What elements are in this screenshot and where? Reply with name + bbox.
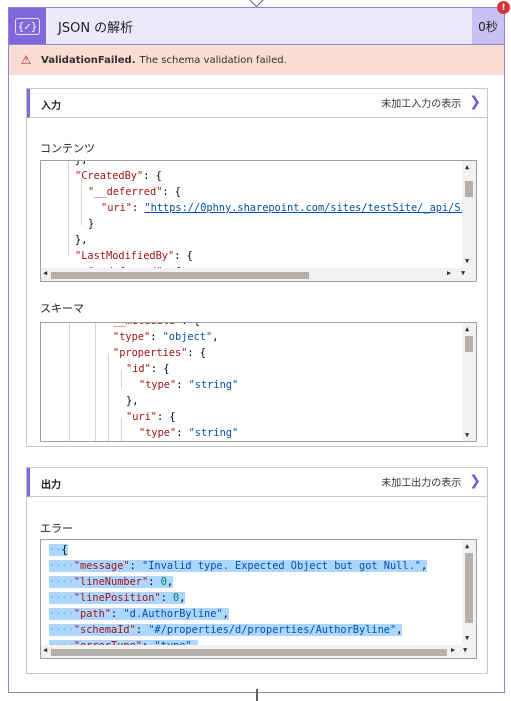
indent-guide — [108, 353, 109, 441]
vertical-scrollbar[interactable]: ▲ ▼ — [462, 161, 476, 270]
chevron-right-icon: ❯ — [469, 94, 481, 110]
horizontal-scrollbar[interactable]: ◀ ▶ ▼ — [41, 645, 476, 658]
code-line: "CreatedBy": { — [75, 170, 162, 182]
show-raw-outputs-label: 未加工出力の表示 — [381, 477, 462, 489]
outputs-header: 出力 未加工出力の表示 ❯ — [27, 468, 487, 497]
code-line: "type": "string" — [139, 379, 239, 391]
action-title: JSON の解析 — [58, 21, 134, 36]
inputs-title: 入力 — [41, 101, 61, 112]
horizontal-scrollbar[interactable]: ◀ ▶ ▼ — [41, 268, 476, 281]
action-header[interactable]: {✓} JSON の解析 0秒 ! — [9, 1, 510, 45]
scroll-left-icon[interactable]: ◀ — [43, 269, 47, 277]
parse-json-action-card: {✓} JSON の解析 0秒 ! ⚠ ValidationFailed. Th… — [8, 1, 510, 693]
scroll-down-icon[interactable]: ▼ — [465, 634, 469, 642]
code-line: ····"lineNumber": 0, — [49, 576, 174, 588]
code-line: ··{ — [49, 544, 68, 556]
show-raw-inputs-link[interactable]: 未加工入力の表示 ❯ — [381, 94, 481, 110]
error-label: エラー — [40, 522, 73, 535]
inputs-header: 入力 未加工入力の表示 ❯ — [27, 89, 487, 118]
code-line: "uri": { — [126, 411, 176, 423]
show-raw-outputs-link[interactable]: 未加工出力の表示 ❯ — [381, 473, 481, 489]
indent-guide — [68, 161, 69, 256]
schema-code-editor[interactable]: "__metadata": { "type": "object", "prope… — [40, 322, 477, 442]
scroll-down-icon[interactable]: ▼ — [461, 269, 465, 277]
error-code-editor[interactable]: ··{ ····"message": "Invalid type. Expect… — [40, 539, 477, 659]
scroll-down-icon[interactable]: ▼ — [465, 257, 469, 265]
scroll-left-icon[interactable]: ◀ — [43, 646, 47, 654]
outputs-title: 出力 — [41, 480, 61, 491]
scroll-down-icon[interactable]: ▼ — [465, 431, 469, 439]
indent-guide — [121, 369, 122, 389]
scroll-up-icon[interactable]: ▲ — [465, 325, 469, 333]
chevron-right-icon: ❯ — [469, 473, 481, 489]
scroll-down-icon[interactable]: ▼ — [463, 646, 467, 654]
code-line: ····"linePosition": 0, — [49, 592, 186, 604]
scroll-right-icon[interactable]: ▶ — [451, 646, 455, 654]
duration-badge: 0秒 — [472, 8, 504, 44]
scrollbar-thumb[interactable] — [465, 181, 473, 197]
indent-guide — [121, 417, 122, 441]
code-line: "LastModifiedBy": { — [75, 250, 193, 262]
error-message: The schema validation failed. — [139, 54, 287, 66]
scroll-right-icon[interactable]: ▶ — [447, 269, 451, 277]
vertical-scrollbar[interactable]: ▲ ▼ — [462, 323, 476, 441]
inputs-section: 入力 未加工入力の表示 ❯ コンテンツ }, "CreatedBy": { "_… — [26, 88, 488, 447]
scrollbar-thumb[interactable] — [465, 553, 473, 623]
code-line: "properties": { — [113, 347, 207, 359]
vertical-scrollbar[interactable]: ▲ ▼ — [462, 540, 476, 647]
error-badge-icon: ! — [497, 1, 510, 14]
validation-error-banner: ⚠ ValidationFailed. The schema validatio… — [9, 45, 504, 75]
code-line: "type": "string" — [139, 427, 239, 439]
code-line: ····"schemaId": "#/properties/d/properti… — [49, 624, 403, 636]
code-line: }, — [75, 160, 88, 166]
code-line: }, — [75, 234, 88, 246]
scrollbar-thumb[interactable] — [465, 336, 473, 352]
connector-line-bottom — [256, 689, 258, 701]
editor-gutter — [41, 161, 49, 281]
content-code-editor[interactable]: }, "CreatedBy": { "__deferred": { "uri":… — [40, 160, 477, 282]
code-line: "__metadata": { — [107, 323, 200, 329]
outputs-section: 出力 未加工出力の表示 ❯ エラー ··{ ····"message": "In… — [26, 467, 488, 674]
scrollbar-thumb[interactable] — [51, 272, 309, 279]
code-line: "id": { — [126, 363, 170, 375]
code-line: }, — [126, 395, 139, 407]
indent-guide — [81, 177, 82, 225]
schema-label: スキーマ — [40, 302, 84, 315]
indent-guide — [69, 323, 70, 441]
json-braces-icon: {✓} — [9, 8, 46, 44]
content-label: コンテンツ — [40, 142, 95, 155]
scroll-up-icon[interactable]: ▲ — [465, 542, 469, 550]
code-line: "__deferred": { — [88, 186, 182, 198]
show-raw-inputs-label: 未加工入力の表示 — [381, 98, 462, 110]
code-line: ····"message": "Invalid type. Expected O… — [49, 560, 428, 572]
code-line: ····"path": "d.AuthorByline", — [49, 608, 229, 620]
warning-icon: ⚠ — [20, 53, 32, 67]
error-status: ValidationFailed. — [41, 54, 136, 66]
scroll-up-icon[interactable]: ▲ — [465, 163, 469, 171]
code-line: "type": "object", — [113, 331, 219, 343]
scrollbar-thumb[interactable] — [51, 649, 447, 656]
code-line: } — [88, 218, 95, 230]
indent-guide — [95, 323, 96, 441]
code-line: "uri": "https://0phny.sharepoint.com/sit… — [101, 202, 467, 214]
